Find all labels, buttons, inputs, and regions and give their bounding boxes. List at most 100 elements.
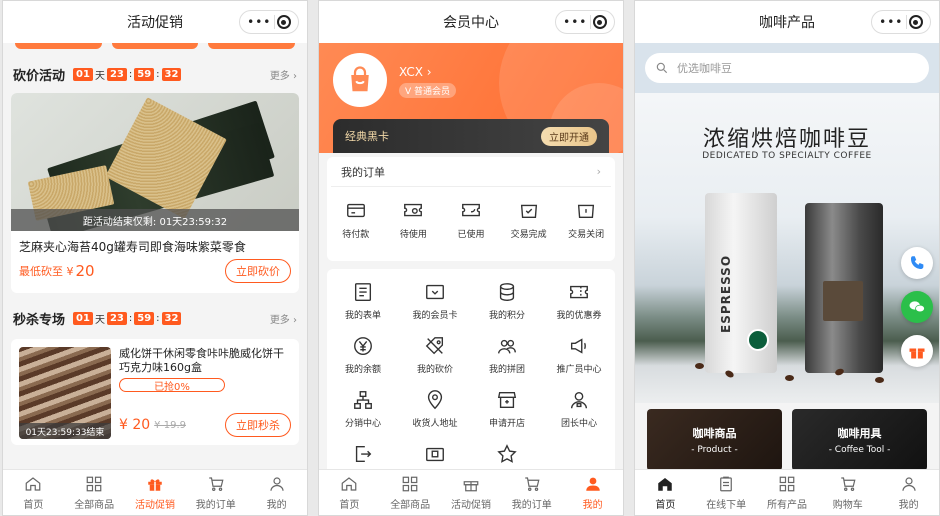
seckill-button[interactable]: 立即秒杀 <box>225 413 291 437</box>
user-icon <box>269 476 284 491</box>
user-lock-icon <box>570 391 588 409</box>
wallet-card-icon <box>426 447 444 462</box>
grid-icon <box>402 476 418 491</box>
wechat-icon <box>909 301 925 313</box>
more-link[interactable]: 更多 › <box>270 67 297 82</box>
open-membership-button[interactable]: 立即开通 <box>541 126 597 146</box>
more-icon[interactable]: ••• <box>247 16 271 28</box>
hero-banner[interactable]: 浓缩烘焙咖啡豆 DEDICATED TO SPECIALTY COFFEE ES… <box>635 93 939 403</box>
tab-home[interactable]: 首页 <box>3 470 64 515</box>
product-image: 距活动结束仅剩: 01天23:59:32 <box>11 93 299 231</box>
page-title: 活动促销 <box>127 15 183 31</box>
tab-me[interactable]: 我的 <box>878 470 939 515</box>
product-name: 威化饼干休闲零食咔咔脆威化饼干巧克力味160g盒 <box>119 347 284 374</box>
banner-subtitle: DEDICATED TO SPECIALTY COFFEE <box>702 151 872 161</box>
search-placeholder: 优选咖啡豆 <box>677 62 732 75</box>
tab-my-orders[interactable]: 我的订单 <box>501 470 562 515</box>
menu-group-buy[interactable]: 我的拼团 <box>471 335 543 389</box>
category-coffee-tools[interactable]: 咖啡用具 - Coffee Tool - <box>792 409 927 471</box>
wallet-icon <box>346 203 365 218</box>
search-input[interactable]: 优选咖啡豆 <box>645 53 929 83</box>
tab-home[interactable]: 首页 <box>635 470 696 515</box>
category-coffee-products[interactable]: 咖啡商品 - Product - <box>647 409 782 471</box>
menu-balance[interactable]: 我的余额 <box>327 335 399 389</box>
tab-all-products[interactable]: 全部商品 <box>380 470 441 515</box>
more-icon[interactable]: ••• <box>879 16 903 28</box>
seckill-product-card[interactable]: 01天23:59:33结束 威化饼干休闲零食咔咔脆威化饼干巧克力味160g盒 已… <box>11 339 299 445</box>
gift-icon <box>463 480 479 491</box>
wechat-button[interactable] <box>901 291 933 323</box>
tab-bar: 首页 全部商品 活动促销 我的订单 我的 <box>3 469 307 515</box>
menu-coupons[interactable]: 我的优惠券 <box>543 281 615 335</box>
user-name[interactable]: XCX › <box>399 65 432 79</box>
bargain-button[interactable]: 立即砍价 <box>225 259 291 283</box>
gift-button[interactable] <box>901 335 933 367</box>
search-area: 优选咖啡豆 <box>635 43 939 93</box>
avatar[interactable] <box>333 53 387 107</box>
star-icon <box>497 444 517 463</box>
phone-call-button[interactable] <box>901 247 933 279</box>
order-completed[interactable]: 交易完成 <box>500 199 558 240</box>
menu-bargains[interactable]: 我的砍价 <box>399 335 471 389</box>
more-link[interactable]: 更多 › <box>270 311 297 326</box>
menu-address[interactable]: 收货人地址 <box>399 389 471 443</box>
countdown: 01 天 23:59:32 <box>73 67 182 82</box>
original-price: ¥ 19.9 <box>154 419 186 431</box>
close-target-icon[interactable] <box>908 15 923 29</box>
product-name: 芝麻夹心海苔40g罐寿司即食海味紫菜零食 <box>19 240 246 254</box>
used-ticket-icon <box>462 203 480 217</box>
store-icon <box>497 391 517 409</box>
category-row: 咖啡商品 - Product - 咖啡用具 - Coffee Tool - <box>647 409 927 471</box>
member-center-screen: 会员中心 ••• XCX › V 普通会员 经典黑卡 立即开通 我的订单 › 待付… <box>318 0 624 516</box>
tab-cart[interactable]: 购物车 <box>817 470 878 515</box>
gift-icon <box>909 348 925 359</box>
menu-promoter-center[interactable]: 推广员中心 <box>543 335 615 389</box>
mini-program-capsule[interactable]: ••• <box>871 10 931 34</box>
menu-leader-center[interactable]: 团长中心 <box>543 389 615 443</box>
member-header: XCX › V 普通会员 经典黑卡 立即开通 <box>319 43 623 153</box>
tab-promotions[interactable]: 活动促销 <box>441 470 502 515</box>
menu-points[interactable]: 我的积分 <box>471 281 543 335</box>
countdown-tip: 距活动结束仅剩: 01天23:59:32 <box>11 209 299 231</box>
order-pending-payment[interactable]: 待付款 <box>327 199 385 240</box>
cart-icon <box>525 476 540 491</box>
menu-open-store[interactable]: 申请开店 <box>471 389 543 443</box>
close-target-icon[interactable] <box>592 15 607 29</box>
close-target-icon[interactable] <box>276 15 291 29</box>
tab-strip <box>3 43 307 49</box>
form-icon <box>354 283 372 301</box>
more-icon[interactable]: ••• <box>563 16 587 28</box>
coffee-bag-white: ESPRESSO <box>705 193 777 373</box>
menu-distribution[interactable]: 分销中心 <box>327 389 399 443</box>
tab-promotions[interactable]: 活动促销 <box>125 470 186 515</box>
org-chart-icon <box>354 391 372 409</box>
tab-home[interactable]: 首页 <box>319 470 380 515</box>
phone-icon <box>911 256 924 269</box>
nav-bar: 会员中心 ••• <box>319 1 623 43</box>
menu-member-card[interactable]: 我的会员卡 <box>399 281 471 335</box>
price: 20 <box>75 262 95 280</box>
chevron-right-icon: › <box>596 165 601 178</box>
order-to-use[interactable]: 待使用 <box>385 199 443 240</box>
orders-header[interactable]: 我的订单 › <box>331 157 611 187</box>
tab-all-products[interactable]: 所有产品 <box>757 470 818 515</box>
menu-my-forms[interactable]: 我的表单 <box>327 281 399 335</box>
clipboard-icon <box>720 476 733 491</box>
product-image: 01天23:59:33结束 <box>19 347 111 439</box>
tab-my-orders[interactable]: 我的订单 <box>185 470 246 515</box>
coupon-icon <box>570 285 588 299</box>
mini-program-capsule[interactable]: ••• <box>239 10 299 34</box>
card-icon <box>426 284 444 300</box>
seckill-header: 秒杀专场 01 天 23:59:32 更多 › <box>3 303 307 333</box>
shopping-bag-icon <box>351 66 369 92</box>
order-used[interactable]: 已使用 <box>442 199 500 240</box>
bargain-product-card[interactable]: 距活动结束仅剩: 01天23:59:32 芝麻夹心海苔40g罐寿司即食海味紫菜零… <box>11 93 299 293</box>
tab-me[interactable]: 我的 <box>246 470 307 515</box>
tab-me[interactable]: 我的 <box>562 470 623 515</box>
progress-bar: 已抢0% <box>119 378 225 393</box>
mini-program-capsule[interactable]: ••• <box>555 10 615 34</box>
tab-all-products[interactable]: 全部商品 <box>64 470 125 515</box>
tab-order-online[interactable]: 在线下单 <box>696 470 757 515</box>
order-closed[interactable]: 交易关闭 <box>557 199 615 240</box>
page-title: 咖啡产品 <box>759 15 815 31</box>
